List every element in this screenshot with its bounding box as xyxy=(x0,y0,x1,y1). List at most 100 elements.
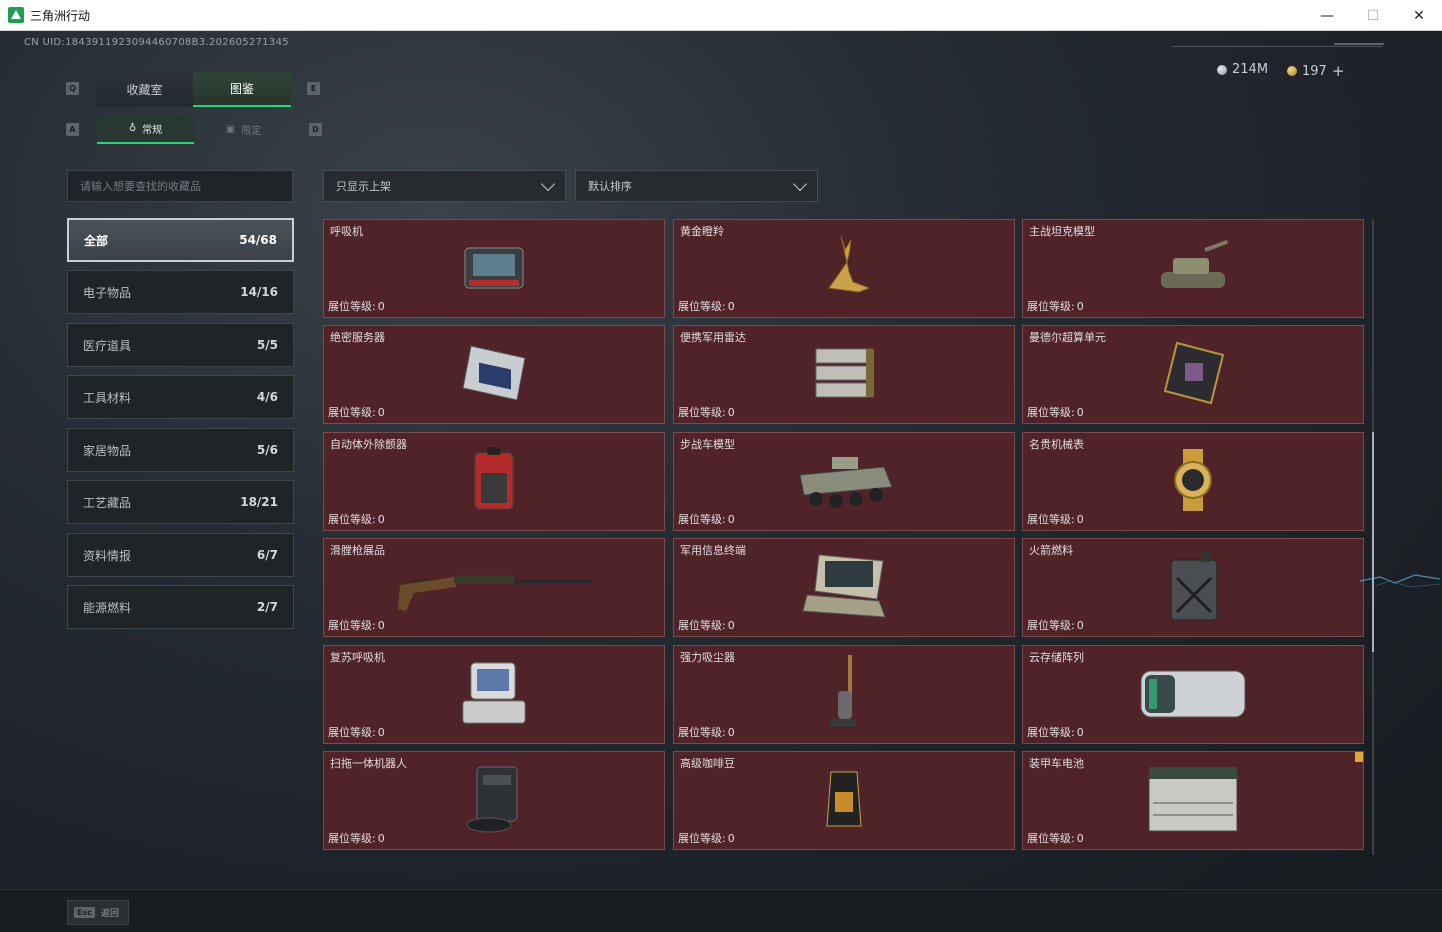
level-label: 展位等级: xyxy=(678,300,726,313)
item-card[interactable]: 主战坦克模型 展位等级: 0 xyxy=(1022,219,1364,318)
lightning-decoration xyxy=(1360,574,1440,588)
category-item[interactable]: 全部 54/68 xyxy=(67,218,294,262)
close-button[interactable]: ✕ xyxy=(1396,0,1442,31)
item-card[interactable]: 步战车模型 展位等级: 0 xyxy=(673,432,1015,531)
item-level: 展位等级: 0 xyxy=(328,724,385,740)
level-value: 0 xyxy=(1076,406,1084,419)
app-logo-icon xyxy=(8,7,24,23)
item-name: 主战坦克模型 xyxy=(1029,225,1095,238)
add-currency-button[interactable]: + xyxy=(1332,62,1345,80)
item-card[interactable]: 扫拖一体机器人 展位等级: 0 xyxy=(323,751,665,850)
item-card[interactable]: 火箭燃料 展位等级: 0 xyxy=(1022,538,1364,637)
level-value: 0 xyxy=(377,619,385,632)
minimize-button[interactable]: — xyxy=(1304,0,1350,31)
item-card[interactable]: 自动体外除颤器 展位等级: 0 xyxy=(323,432,665,531)
category-count: 18/21 xyxy=(240,495,278,509)
level-value: 0 xyxy=(377,513,385,526)
category-count: 6/7 xyxy=(256,548,278,562)
item-level: 展位等级: 0 xyxy=(328,511,385,527)
scrollbar-thumb[interactable] xyxy=(1372,432,1374,652)
gold-coin-icon xyxy=(1287,66,1297,76)
item-card[interactable]: 曼德尔超算单元 展位等级: 0 xyxy=(1022,325,1364,424)
limited-icon: ▣ xyxy=(225,124,236,135)
subtab-normal[interactable]: ♁ 常规 xyxy=(97,115,194,144)
level-label: 展位等级: xyxy=(328,406,376,419)
category-count: 2/7 xyxy=(256,600,278,614)
item-name: 黄金瞪羚 xyxy=(680,225,724,238)
level-value: 0 xyxy=(377,300,385,313)
item-level: 展位等级: 0 xyxy=(328,404,385,420)
shelf-filter-dropdown[interactable]: 只显示上架 xyxy=(323,170,566,202)
category-count: 14/16 xyxy=(240,285,278,299)
item-name: 便携军用雷达 xyxy=(680,331,746,344)
level-value: 0 xyxy=(1076,726,1084,739)
category-item[interactable]: 医疗道具 5/5 xyxy=(67,323,294,367)
golden-gazelle-icon xyxy=(809,232,879,306)
watch-icon xyxy=(1163,447,1223,517)
item-card[interactable]: 复苏呼吸机展位等级: 0 xyxy=(323,645,665,744)
item-card[interactable]: 高级咖啡豆展位等级: 0 xyxy=(673,751,1015,850)
storage-array-icon xyxy=(1137,661,1249,729)
category-item[interactable]: 家居物品 5/6 xyxy=(67,428,294,472)
category-item[interactable]: 资料情报 6/7 xyxy=(67,533,294,577)
back-button[interactable]: Esc 返回 xyxy=(67,900,129,925)
item-card[interactable]: 装甲车电池 展位等级: 0 xyxy=(1022,751,1364,850)
maximize-button[interactable]: ☐ xyxy=(1350,0,1396,31)
item-name: 滑膛枪展品 xyxy=(330,544,385,557)
item-card[interactable]: 呼吸机 展位等级: 0 xyxy=(323,219,665,318)
item-card[interactable]: 便携军用雷达 展位等级: 0 xyxy=(673,325,1015,424)
chevron-down-icon xyxy=(540,176,556,191)
item-card[interactable]: 黄金瞪羚展位等级: 0 xyxy=(673,219,1015,318)
esc-key-hint: Esc xyxy=(74,907,95,918)
item-level: 展位等级: 0 xyxy=(328,830,385,846)
level-label: 展位等级: xyxy=(1027,726,1075,739)
alert-badge-icon xyxy=(1355,752,1363,762)
category-item[interactable]: 能源燃料 2/7 xyxy=(67,585,294,629)
item-level: 展位等级: 0 xyxy=(1027,404,1084,420)
item-card[interactable]: 绝密服务器 展位等级: 0 xyxy=(323,325,665,424)
server-icon xyxy=(457,338,531,412)
category-label: 能源燃料 xyxy=(83,600,132,615)
coffee-beans-icon xyxy=(823,768,865,834)
key-hint-q: Q xyxy=(66,82,79,95)
category-item[interactable]: 工艺藏品 18/21 xyxy=(67,480,294,524)
subtab-normal-label: 常规 xyxy=(142,125,163,136)
category-item[interactable]: 工具材料 4/6 xyxy=(67,375,294,419)
currency-gold-value: 197 xyxy=(1302,63,1327,79)
level-value: 0 xyxy=(1076,300,1084,313)
level-value: 0 xyxy=(377,832,385,845)
window-title: 三角洲行动 xyxy=(30,9,91,23)
tab-atlas[interactable]: 图鉴 xyxy=(193,72,291,107)
subtab-limited[interactable]: ▣ 限定 xyxy=(194,115,293,144)
item-card[interactable]: 名贵机械表 展位等级: 0 xyxy=(1022,432,1364,531)
tab-collection[interactable]: 收藏室 xyxy=(96,72,193,107)
item-name: 高级咖啡豆 xyxy=(680,757,735,770)
sort-value: 默认排序 xyxy=(588,180,632,193)
vacuum-icon xyxy=(824,653,864,737)
title-bar: 三角洲行动 — ☐ ✕ xyxy=(0,0,1442,31)
item-card[interactable]: 滑膛枪展品 展位等级: 0 xyxy=(323,538,665,637)
category-label: 工具材料 xyxy=(83,390,132,405)
key-hint-d: D xyxy=(309,123,322,136)
item-name: 强力吸尘器 xyxy=(680,651,735,664)
level-label: 展位等级: xyxy=(328,726,376,739)
item-card[interactable]: 云存储阵列 展位等级: 0 xyxy=(1022,645,1364,744)
item-card[interactable]: 军用信息终端 展位等级: 0 xyxy=(673,538,1015,637)
footer-bar: Esc 返回 xyxy=(0,889,1442,932)
level-value: 0 xyxy=(727,406,735,419)
item-card[interactable]: 强力吸尘器 展位等级: 0 xyxy=(673,645,1015,744)
item-level: 展位等级: 0 xyxy=(678,298,735,314)
level-label: 展位等级: xyxy=(328,300,376,313)
item-level: 展位等级: 0 xyxy=(678,617,735,633)
item-level: 展位等级: 0 xyxy=(1027,617,1084,633)
ventilator-icon xyxy=(459,238,529,300)
level-value: 0 xyxy=(727,300,735,313)
key-hint-e: E xyxy=(307,82,320,95)
item-level: 展位等级: 0 xyxy=(678,511,735,527)
search-input[interactable] xyxy=(67,170,293,202)
item-name: 复苏呼吸机 xyxy=(330,651,385,664)
sort-dropdown[interactable]: 默认排序 xyxy=(575,170,818,202)
category-label: 工艺藏品 xyxy=(83,495,132,510)
item-level: 展位等级: 0 xyxy=(678,830,735,846)
category-item[interactable]: 电子物品 14/16 xyxy=(67,270,294,314)
